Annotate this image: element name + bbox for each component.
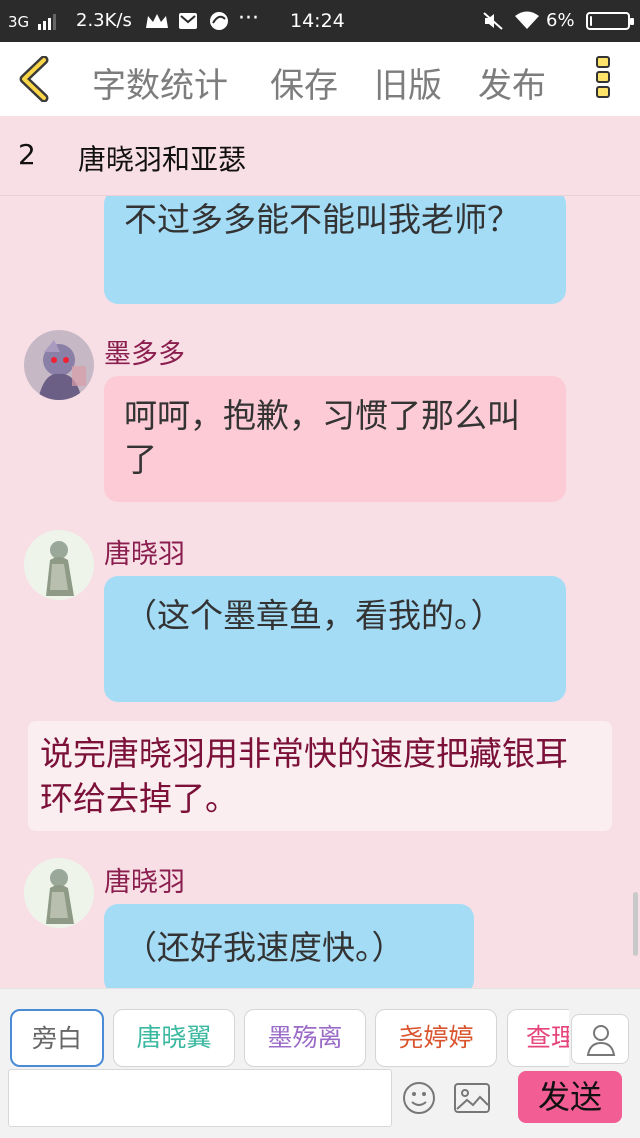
network-speed: 2.3K/s (76, 10, 132, 31)
chat-area[interactable]: 不过多多能不能叫我老师？ 墨多多 呵呵，抱歉，习惯了那么叫了 唐晓羽 （这个墨章… (0, 196, 640, 988)
save-button[interactable]: 保存 (270, 58, 338, 107)
wifi-icon (515, 11, 539, 29)
battery-icon (586, 12, 634, 30)
role-label: 唐晓翼 (136, 1023, 212, 1052)
message-bubble[interactable]: 呵呵，抱歉，习惯了那么叫了 (104, 376, 566, 502)
role-chip-narrator[interactable]: 旁白 (10, 1009, 104, 1067)
message-text: （还好我速度快。） (124, 928, 405, 967)
avatar[interactable] (24, 858, 94, 928)
message-text: 呵呵，抱歉，习惯了那么叫了 (124, 396, 520, 479)
message-input[interactable] (8, 1069, 392, 1127)
role-chip[interactable]: 尧婷婷 (375, 1009, 497, 1067)
status-bar: 3G 2.3K/s ··· 14:24 6% (0, 0, 640, 42)
clock: 14:24 (290, 10, 345, 32)
role-chip[interactable]: 墨殇离 (244, 1009, 366, 1067)
avatar-image (24, 530, 94, 600)
send-button[interactable]: 发送 (518, 1071, 622, 1123)
battery-percent: 6% (546, 10, 575, 31)
narration-block[interactable]: 说完唐晓羽用非常快的速度把藏银耳环给去掉了。 (28, 721, 612, 831)
speaker-name: 墨多多 (104, 339, 185, 370)
chapter-header[interactable]: 2 唐晓羽和亚瑟 (0, 116, 640, 196)
more-notifications-icon: ··· (238, 6, 259, 31)
role-label: 旁白 (31, 1024, 82, 1053)
role-label: 尧婷婷 (398, 1023, 474, 1052)
word-count-button[interactable]: 字数统计 (92, 58, 228, 107)
editor-toolbar: 字数统计 保存 旧版 发布 (0, 42, 640, 116)
network-indicator: 3G (8, 13, 30, 31)
speaker-name: 唐晓羽 (104, 539, 185, 570)
chapter-number: 2 (18, 138, 36, 171)
battery-level-fill (590, 16, 592, 26)
message-text: 不过多多能不能叫我老师？ (124, 200, 520, 239)
emoji-icon[interactable] (402, 1081, 436, 1115)
app-notification-icon (210, 12, 228, 30)
role-chip[interactable]: 唐晓翼 (113, 1009, 235, 1067)
message-bubble[interactable]: （还好我速度快。） (104, 904, 474, 988)
message-bubble[interactable]: 不过多多能不能叫我老师？ (104, 196, 566, 304)
more-menu-icon[interactable] (596, 56, 614, 104)
chapter-title: 唐晓羽和亚瑟 (78, 143, 247, 176)
mute-icon (483, 12, 503, 30)
avatar-image (24, 858, 94, 928)
chat-scrollbar[interactable] (633, 892, 638, 956)
composer: 旁白 唐晓翼 墨殇离 尧婷婷 查理 发送 (0, 988, 640, 1138)
message-text: （这个墨章鱼，看我的。） (124, 596, 504, 635)
publish-button[interactable]: 发布 (478, 58, 546, 107)
signal-icon (38, 14, 56, 30)
avatar[interactable] (24, 530, 94, 600)
message-bubble[interactable]: （这个墨章鱼，看我的。） (104, 576, 566, 702)
crown-icon (146, 14, 168, 28)
image-icon[interactable] (454, 1083, 490, 1113)
role-label: 墨殇离 (267, 1023, 343, 1052)
user-icon (586, 1025, 616, 1056)
speaker-name: 唐晓羽 (104, 867, 185, 898)
back-arrow-icon[interactable] (14, 56, 54, 102)
add-role-button[interactable] (571, 1014, 629, 1064)
avatar[interactable] (24, 330, 94, 400)
role-chip[interactable]: 查理 (507, 1009, 569, 1067)
old-version-button[interactable]: 旧版 (374, 58, 442, 107)
role-label: 查理 (526, 1023, 569, 1052)
avatar-image (24, 330, 94, 400)
narration-text: 说完唐晓羽用非常快的速度把藏银耳环给去掉了。 (40, 734, 568, 818)
mail-icon (179, 13, 197, 29)
